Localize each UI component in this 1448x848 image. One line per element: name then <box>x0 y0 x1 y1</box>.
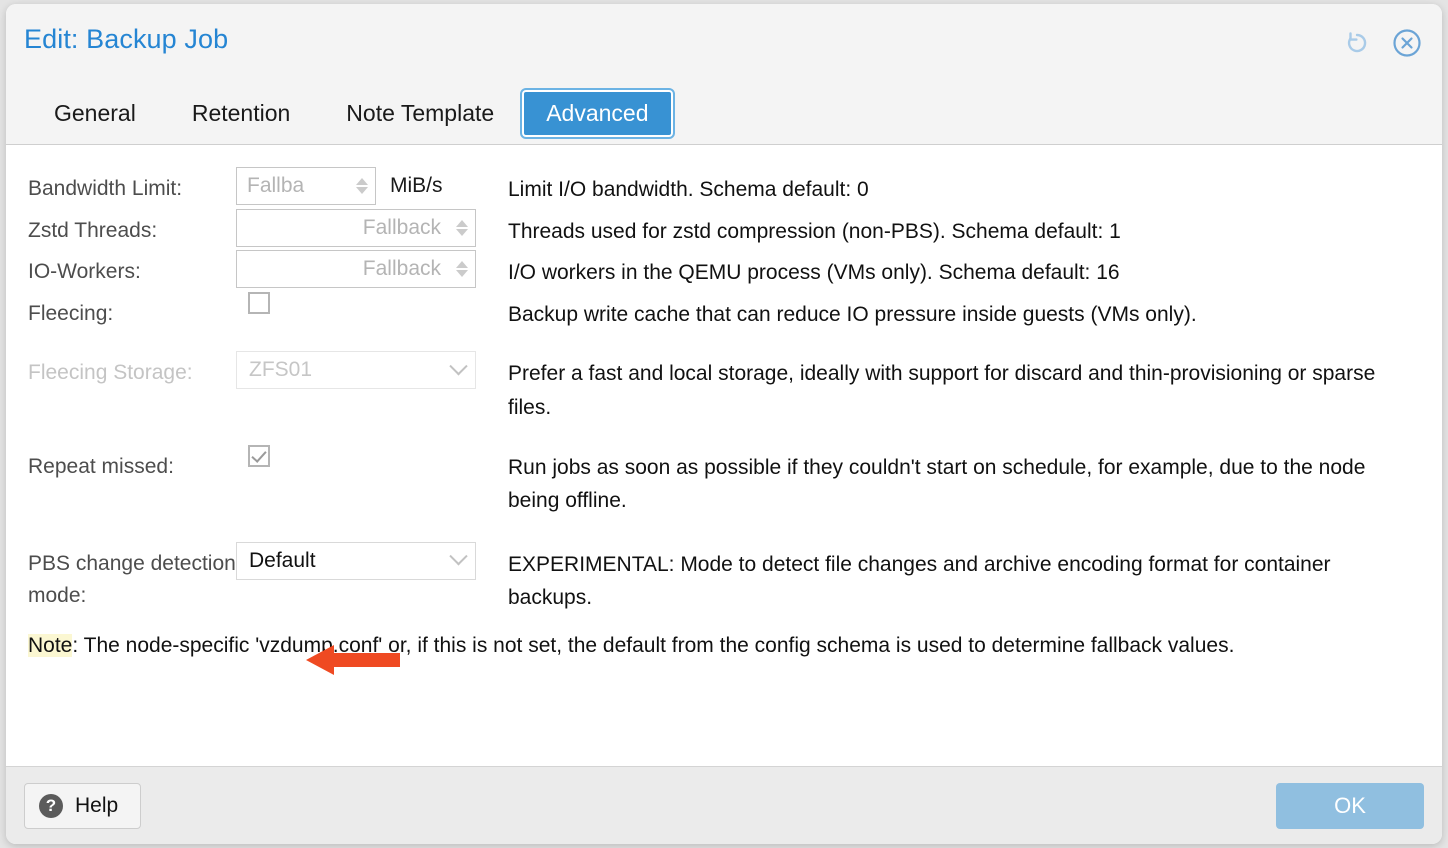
dialog-title: Edit: Backup Job <box>24 24 228 55</box>
fleecing-storage-control: ZFS01 <box>236 349 508 389</box>
bandwidth-limit-stepper[interactable] <box>349 178 375 194</box>
fleecing-storage-select[interactable]: ZFS01 <box>236 351 476 389</box>
io-workers-input[interactable]: Fallback <box>236 250 476 288</box>
fleecing-storage-value: ZFS01 <box>237 358 441 382</box>
help-button[interactable]: ? Help <box>24 783 141 829</box>
field-row-repeat-missed: Repeat missed: Run jobs as soon as possi… <box>28 443 1420 518</box>
bandwidth-limit-input[interactable]: Fallba <box>236 167 376 205</box>
fleecing-storage-label: Fleecing Storage: <box>28 349 236 390</box>
bandwidth-limit-label: Bandwidth Limit: <box>28 165 236 206</box>
stepper-up-icon[interactable] <box>456 220 468 227</box>
fallback-note: Note: The node-specific 'vzdump.conf' or… <box>28 629 1418 663</box>
zstd-threads-input[interactable]: Fallback <box>236 209 476 247</box>
fleecing-checkbox[interactable] <box>248 292 270 314</box>
field-row-fleecing-storage: Fleecing Storage: ZFS01 Prefer a fast an… <box>28 349 1420 424</box>
repeat-missed-control <box>236 443 508 467</box>
bandwidth-limit-description: Limit I/O bandwidth. Schema default: 0 <box>508 165 1408 207</box>
fleecing-description: Backup write cache that can reduce IO pr… <box>508 290 1408 332</box>
zstd-threads-description: Threads used for zstd compression (non-P… <box>508 207 1408 249</box>
field-row-io-workers: IO-Workers: Fallback I/O workers in the … <box>28 248 1420 290</box>
zstd-threads-value: Fallback <box>237 216 449 240</box>
stepper-down-icon[interactable] <box>456 270 468 277</box>
close-circle-icon[interactable] <box>1390 26 1424 60</box>
stepper-up-icon[interactable] <box>456 261 468 268</box>
reset-circular-arrow-icon[interactable] <box>1340 26 1374 60</box>
advanced-form: Bandwidth Limit: Fallba MiB/s Limit I/O … <box>6 145 1442 615</box>
dialog-footer: ? Help OK <box>6 766 1442 844</box>
pbs-change-detection-label: PBS change detection mode: <box>28 540 236 613</box>
stepper-down-icon[interactable] <box>456 229 468 236</box>
edit-backup-job-dialog: Edit: Backup Job General Retention Note … <box>6 4 1442 844</box>
tab-retention[interactable]: Retention <box>164 90 318 137</box>
bandwidth-limit-value: Fallba <box>237 174 349 198</box>
pbs-change-detection-select[interactable]: Default <box>236 542 476 580</box>
pbs-change-detection-description: EXPERIMENTAL: Mode to detect file change… <box>508 540 1408 615</box>
tab-note-template[interactable]: Note Template <box>318 90 522 137</box>
field-row-fleecing: Fleecing: Backup write cache that can re… <box>28 290 1420 332</box>
stepper-down-icon[interactable] <box>356 187 368 194</box>
bandwidth-limit-control: Fallba MiB/s <box>236 165 508 205</box>
header-icon-group <box>1340 26 1424 60</box>
io-workers-value: Fallback <box>237 257 449 281</box>
zstd-threads-stepper[interactable] <box>449 220 475 236</box>
help-button-label: Help <box>75 794 118 818</box>
note-text: : The node-specific 'vzdump.conf' or, if… <box>72 634 1234 657</box>
io-workers-control: Fallback <box>236 248 508 288</box>
question-mark-icon: ? <box>39 794 63 818</box>
zstd-threads-control: Fallback <box>236 207 508 247</box>
tab-advanced[interactable]: Advanced <box>522 90 672 137</box>
tab-general[interactable]: General <box>26 90 164 137</box>
io-workers-stepper[interactable] <box>449 261 475 277</box>
repeat-missed-checkbox[interactable] <box>248 445 270 467</box>
bandwidth-limit-unit: MiB/s <box>390 174 443 198</box>
ok-button[interactable]: OK <box>1276 783 1424 829</box>
io-workers-label: IO-Workers: <box>28 248 236 289</box>
field-row-zstd-threads: Zstd Threads: Fallback Threads used for … <box>28 207 1420 249</box>
zstd-threads-label: Zstd Threads: <box>28 207 236 248</box>
dialog-header: Edit: Backup Job General Retention Note … <box>6 4 1442 145</box>
repeat-missed-description: Run jobs as soon as possible if they cou… <box>508 443 1408 518</box>
dialog-body: Bandwidth Limit: Fallba MiB/s Limit I/O … <box>6 145 1442 766</box>
fleecing-storage-description: Prefer a fast and local storage, ideally… <box>508 349 1408 424</box>
pbs-change-detection-control: Default <box>236 540 508 580</box>
io-workers-description: I/O workers in the QEMU process (VMs onl… <box>508 248 1408 290</box>
pbs-change-detection-value: Default <box>237 549 441 573</box>
field-row-bandwidth-limit: Bandwidth Limit: Fallba MiB/s Limit I/O … <box>28 165 1420 207</box>
tab-bar: General Retention Note Template Advanced <box>26 90 673 137</box>
repeat-missed-label: Repeat missed: <box>28 443 236 484</box>
fleecing-label: Fleecing: <box>28 290 236 331</box>
note-keyword: Note <box>28 634 72 657</box>
field-row-pbs-change-detection: PBS change detection mode: Default EXPER… <box>28 540 1420 615</box>
fleecing-control <box>236 290 508 314</box>
chevron-down-icon[interactable] <box>441 364 475 377</box>
stepper-up-icon[interactable] <box>356 178 368 185</box>
chevron-down-icon[interactable] <box>441 554 475 567</box>
